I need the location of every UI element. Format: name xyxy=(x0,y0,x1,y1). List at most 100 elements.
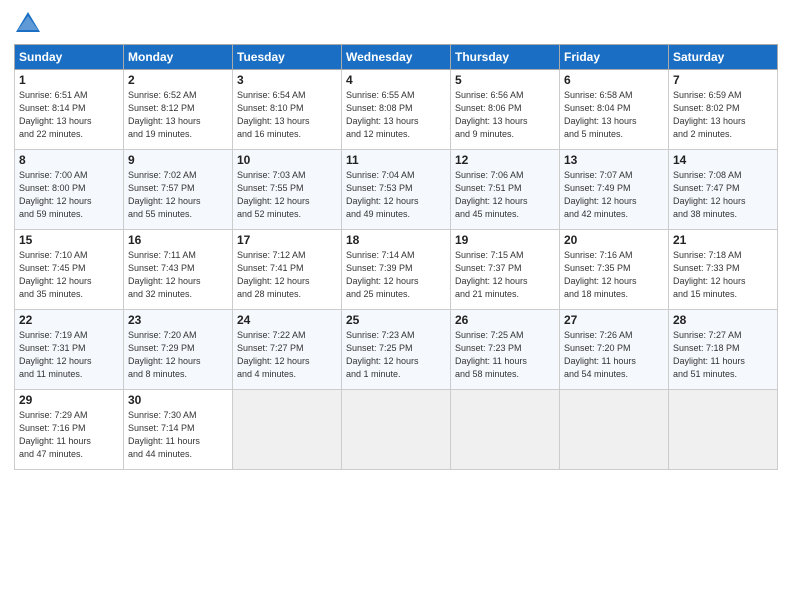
day-info: Sunrise: 7:26 AMSunset: 7:20 PMDaylight:… xyxy=(564,329,664,381)
calendar-cell: 17 Sunrise: 7:12 AMSunset: 7:41 PMDayligh… xyxy=(233,230,342,310)
calendar-cell: 1 Sunrise: 6:51 AMSunset: 8:14 PMDaylight… xyxy=(15,70,124,150)
col-header-saturday: Saturday xyxy=(669,45,778,70)
day-info: Sunrise: 6:58 AMSunset: 8:04 PMDaylight:… xyxy=(564,89,664,141)
calendar-cell: 22 Sunrise: 7:19 AMSunset: 7:31 PMDayligh… xyxy=(15,310,124,390)
day-info: Sunrise: 7:19 AMSunset: 7:31 PMDaylight:… xyxy=(19,329,119,381)
calendar-cell: 16 Sunrise: 7:11 AMSunset: 7:43 PMDayligh… xyxy=(124,230,233,310)
calendar-cell: 14Sunrise: 7:08 AMSunset: 7:47 PMDayligh… xyxy=(669,150,778,230)
day-info: Sunrise: 7:22 AMSunset: 7:27 PMDaylight:… xyxy=(237,329,337,381)
day-number: 6 xyxy=(564,73,664,87)
day-number: 7 xyxy=(673,73,773,87)
day-info: Sunrise: 7:03 AMSunset: 7:55 PMDaylight:… xyxy=(237,169,337,221)
calendar-cell: 7 Sunrise: 6:59 AMSunset: 8:02 PMDaylight… xyxy=(669,70,778,150)
day-info: Sunrise: 6:56 AMSunset: 8:06 PMDaylight:… xyxy=(455,89,555,141)
day-info: Sunrise: 7:08 AMSunset: 7:47 PMDaylight:… xyxy=(673,169,773,221)
day-number: 19 xyxy=(455,233,555,247)
calendar-cell: 30Sunrise: 7:30 AMSunset: 7:14 PMDayligh… xyxy=(124,390,233,470)
col-header-monday: Monday xyxy=(124,45,233,70)
calendar-cell: 5 Sunrise: 6:56 AMSunset: 8:06 PMDaylight… xyxy=(451,70,560,150)
col-header-friday: Friday xyxy=(560,45,669,70)
calendar-table: SundayMondayTuesdayWednesdayThursdayFrid… xyxy=(14,44,778,470)
calendar-cell: 12Sunrise: 7:06 AMSunset: 7:51 PMDayligh… xyxy=(451,150,560,230)
day-number: 9 xyxy=(128,153,228,167)
day-number: 5 xyxy=(455,73,555,87)
day-number: 11 xyxy=(346,153,446,167)
day-number: 22 xyxy=(19,313,119,327)
calendar-cell: 21 Sunrise: 7:18 AMSunset: 7:33 PMDayligh… xyxy=(669,230,778,310)
calendar-cell xyxy=(669,390,778,470)
day-info: Sunrise: 7:02 AMSunset: 7:57 PMDaylight:… xyxy=(128,169,228,221)
calendar-cell: 26Sunrise: 7:25 AMSunset: 7:23 PMDayligh… xyxy=(451,310,560,390)
day-number: 29 xyxy=(19,393,119,407)
calendar-week-row: 22 Sunrise: 7:19 AMSunset: 7:31 PMDayligh… xyxy=(15,310,778,390)
calendar-cell: 23Sunrise: 7:20 AMSunset: 7:29 PMDayligh… xyxy=(124,310,233,390)
day-info: Sunrise: 7:16 AMSunset: 7:35 PMDaylight:… xyxy=(564,249,664,301)
day-info: Sunrise: 7:00 AMSunset: 8:00 PMDaylight:… xyxy=(19,169,119,221)
day-info: Sunrise: 6:55 AMSunset: 8:08 PMDaylight:… xyxy=(346,89,446,141)
calendar-cell: 27Sunrise: 7:26 AMSunset: 7:20 PMDayligh… xyxy=(560,310,669,390)
calendar-cell: 29 Sunrise: 7:29 AMSunset: 7:16 PMDayligh… xyxy=(15,390,124,470)
day-info: Sunrise: 7:18 AMSunset: 7:33 PMDaylight:… xyxy=(673,249,773,301)
day-info: Sunrise: 7:07 AMSunset: 7:49 PMDaylight:… xyxy=(564,169,664,221)
calendar-week-row: 15 Sunrise: 7:10 AMSunset: 7:45 PMDayligh… xyxy=(15,230,778,310)
day-info: Sunrise: 6:51 AMSunset: 8:14 PMDaylight:… xyxy=(19,89,119,141)
col-header-wednesday: Wednesday xyxy=(342,45,451,70)
calendar-cell xyxy=(451,390,560,470)
calendar-cell: 28 Sunrise: 7:27 AMSunset: 7:18 PMDayligh… xyxy=(669,310,778,390)
day-number: 13 xyxy=(564,153,664,167)
logo xyxy=(14,10,46,38)
logo-icon xyxy=(14,10,42,38)
day-info: Sunrise: 7:11 AMSunset: 7:43 PMDaylight:… xyxy=(128,249,228,301)
calendar-cell: 25 Sunrise: 7:23 AMSunset: 7:25 PMDayligh… xyxy=(342,310,451,390)
day-number: 1 xyxy=(19,73,119,87)
calendar-cell: 6 Sunrise: 6:58 AMSunset: 8:04 PMDaylight… xyxy=(560,70,669,150)
calendar-week-row: 29 Sunrise: 7:29 AMSunset: 7:16 PMDayligh… xyxy=(15,390,778,470)
day-number: 18 xyxy=(346,233,446,247)
day-info: Sunrise: 7:14 AMSunset: 7:39 PMDaylight:… xyxy=(346,249,446,301)
calendar-cell: 11 Sunrise: 7:04 AMSunset: 7:53 PMDayligh… xyxy=(342,150,451,230)
day-number: 16 xyxy=(128,233,228,247)
calendar-cell: 8 Sunrise: 7:00 AMSunset: 8:00 PMDaylight… xyxy=(15,150,124,230)
calendar-cell xyxy=(342,390,451,470)
day-info: Sunrise: 7:04 AMSunset: 7:53 PMDaylight:… xyxy=(346,169,446,221)
day-number: 24 xyxy=(237,313,337,327)
day-number: 21 xyxy=(673,233,773,247)
col-header-sunday: Sunday xyxy=(15,45,124,70)
calendar-cell: 19 Sunrise: 7:15 AMSunset: 7:37 PMDayligh… xyxy=(451,230,560,310)
day-info: Sunrise: 6:54 AMSunset: 8:10 PMDaylight:… xyxy=(237,89,337,141)
day-number: 4 xyxy=(346,73,446,87)
day-number: 3 xyxy=(237,73,337,87)
day-info: Sunrise: 7:15 AMSunset: 7:37 PMDaylight:… xyxy=(455,249,555,301)
day-info: Sunrise: 6:52 AMSunset: 8:12 PMDaylight:… xyxy=(128,89,228,141)
calendar-header-row: SundayMondayTuesdayWednesdayThursdayFrid… xyxy=(15,45,778,70)
calendar-cell: 4 Sunrise: 6:55 AMSunset: 8:08 PMDaylight… xyxy=(342,70,451,150)
col-header-tuesday: Tuesday xyxy=(233,45,342,70)
calendar-cell: 10 Sunrise: 7:03 AMSunset: 7:55 PMDayligh… xyxy=(233,150,342,230)
day-info: Sunrise: 7:12 AMSunset: 7:41 PMDaylight:… xyxy=(237,249,337,301)
day-info: Sunrise: 7:29 AMSunset: 7:16 PMDaylight:… xyxy=(19,409,119,461)
calendar-cell: 3 Sunrise: 6:54 AMSunset: 8:10 PMDaylight… xyxy=(233,70,342,150)
day-number: 23 xyxy=(128,313,228,327)
day-info: Sunrise: 7:25 AMSunset: 7:23 PMDaylight:… xyxy=(455,329,555,381)
header xyxy=(14,10,778,38)
calendar-cell xyxy=(560,390,669,470)
calendar-cell: 18 Sunrise: 7:14 AMSunset: 7:39 PMDayligh… xyxy=(342,230,451,310)
col-header-thursday: Thursday xyxy=(451,45,560,70)
day-number: 2 xyxy=(128,73,228,87)
day-number: 8 xyxy=(19,153,119,167)
day-info: Sunrise: 7:30 AMSunset: 7:14 PMDaylight:… xyxy=(128,409,228,461)
day-info: Sunrise: 7:10 AMSunset: 7:45 PMDaylight:… xyxy=(19,249,119,301)
day-info: Sunrise: 7:23 AMSunset: 7:25 PMDaylight:… xyxy=(346,329,446,381)
page-container: SundayMondayTuesdayWednesdayThursdayFrid… xyxy=(0,0,792,480)
day-number: 20 xyxy=(564,233,664,247)
day-number: 10 xyxy=(237,153,337,167)
day-number: 17 xyxy=(237,233,337,247)
day-info: Sunrise: 7:27 AMSunset: 7:18 PMDaylight:… xyxy=(673,329,773,381)
day-number: 15 xyxy=(19,233,119,247)
day-number: 25 xyxy=(346,313,446,327)
calendar-cell: 13 Sunrise: 7:07 AMSunset: 7:49 PMDayligh… xyxy=(560,150,669,230)
day-info: Sunrise: 7:06 AMSunset: 7:51 PMDaylight:… xyxy=(455,169,555,221)
day-number: 28 xyxy=(673,313,773,327)
day-info: Sunrise: 6:59 AMSunset: 8:02 PMDaylight:… xyxy=(673,89,773,141)
calendar-cell: 9 Sunrise: 7:02 AMSunset: 7:57 PMDaylight… xyxy=(124,150,233,230)
